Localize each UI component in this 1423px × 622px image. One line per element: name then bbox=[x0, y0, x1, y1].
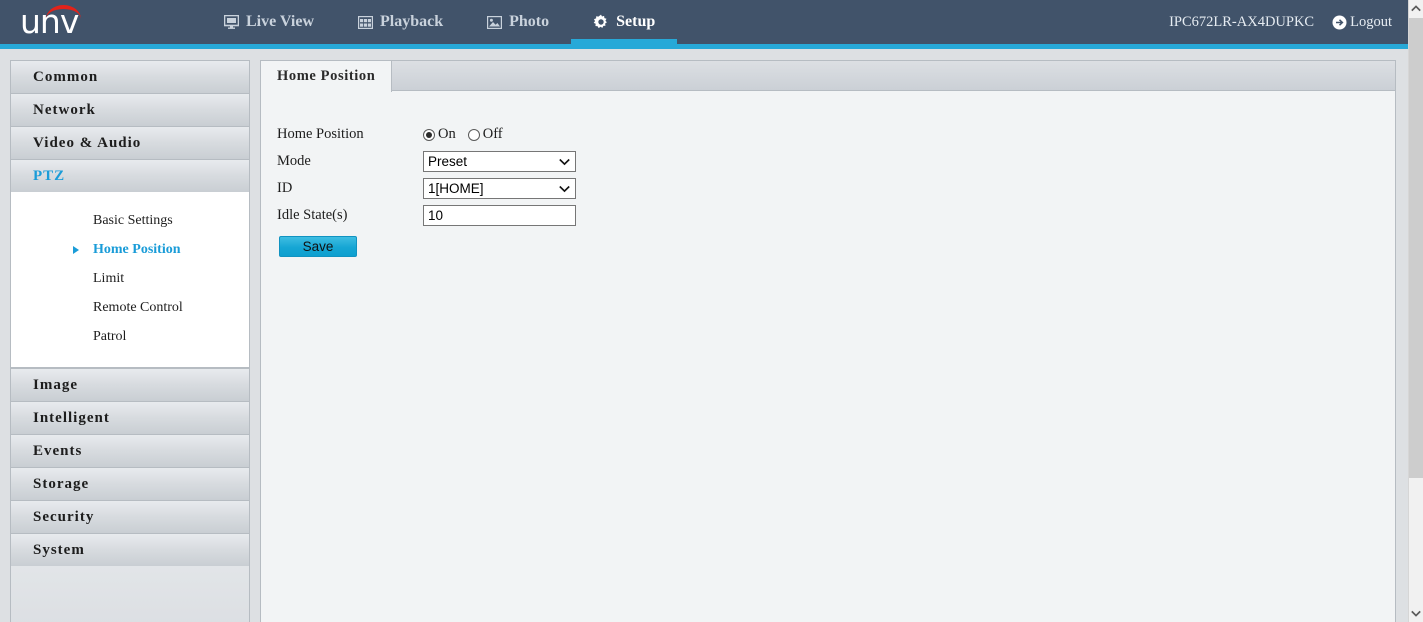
radio-on-indicator bbox=[423, 128, 435, 141]
logout-icon bbox=[1332, 15, 1347, 30]
chevron-down-icon bbox=[559, 158, 570, 165]
image-icon bbox=[487, 15, 503, 29]
home-position-form: Home Position On Off Mode Preset ID 1[HO… bbox=[261, 91, 1395, 257]
id-select-value: 1[HOME] bbox=[428, 181, 484, 196]
sidebar-group-intelligent[interactable]: Intelligent bbox=[10, 401, 250, 434]
sidebar-item-label: Remote Control bbox=[93, 299, 183, 315]
tab-home-position[interactable]: Home Position bbox=[261, 61, 393, 92]
device-name: IPC672LR-AX4DUPKC bbox=[1169, 13, 1315, 30]
sidebar-group-label: PTZ bbox=[33, 167, 66, 184]
mode-select[interactable]: Preset bbox=[423, 151, 576, 172]
nav-item-label: Playback bbox=[380, 13, 444, 30]
sidebar-group-video-audio[interactable]: Video & Audio bbox=[10, 126, 250, 159]
sidebar-group-security[interactable]: Security bbox=[10, 500, 250, 533]
id-label: ID bbox=[277, 180, 293, 196]
monitor-icon bbox=[224, 15, 239, 29]
radio-option-off[interactable]: Off bbox=[467, 126, 503, 143]
mode-select-value: Preset bbox=[428, 154, 468, 169]
sidebar-group-image[interactable]: Image bbox=[10, 368, 250, 401]
nav-item-label: Live View bbox=[246, 13, 314, 30]
radio-option-on[interactable]: On bbox=[423, 126, 456, 143]
nav-item-photo[interactable]: Photo bbox=[465, 0, 571, 44]
nav-item-live-view[interactable]: Live View bbox=[202, 0, 336, 44]
scrollbar-thumb[interactable] bbox=[1409, 18, 1423, 478]
unv-logo[interactable]: unv bbox=[20, 0, 112, 44]
main-nav: Live View Playback Photo Setup bbox=[202, 0, 678, 44]
save-button[interactable]: Save bbox=[279, 236, 357, 257]
sidebar-group-network[interactable]: Network bbox=[10, 93, 250, 126]
logout-button[interactable]: Logout bbox=[1332, 14, 1392, 31]
sidebar-group-common[interactable]: Common bbox=[10, 60, 250, 93]
form-row-mode: Mode Preset bbox=[277, 148, 1395, 175]
content-panel: Home Position Home Position On Off Mode … bbox=[260, 60, 1396, 622]
form-row-home-position: Home Position On Off bbox=[277, 121, 1395, 148]
idle-state-value: 10 bbox=[428, 208, 444, 223]
tab-label: Home Position bbox=[277, 68, 376, 84]
sidebar-group-system[interactable]: System bbox=[10, 533, 250, 566]
nav-item-setup[interactable]: Setup bbox=[571, 0, 678, 44]
content-tabbar: Home Position bbox=[261, 61, 1395, 92]
header-right: IPC672LR-AX4DUPKC Logout bbox=[1169, 14, 1408, 31]
nav-item-playback[interactable]: Playback bbox=[336, 0, 465, 44]
sidebar-group-label: Video & Audio bbox=[33, 134, 142, 151]
save-button-label: Save bbox=[302, 239, 334, 254]
logout-label: Logout bbox=[1350, 13, 1392, 30]
form-actions: Save bbox=[277, 236, 1395, 257]
scroll-up-arrow-icon[interactable] bbox=[1409, 0, 1423, 17]
sidebar-group-label: Common bbox=[33, 68, 99, 85]
sidebar-filler bbox=[10, 566, 250, 622]
sidebar-group-label: Events bbox=[33, 442, 83, 459]
radio-off-label: Off bbox=[482, 126, 503, 142]
chevron-right-icon bbox=[73, 245, 79, 254]
header-accent-bar bbox=[0, 44, 1408, 49]
page-root: unv Live View Playback Photo Setup IPC67… bbox=[0, 0, 1423, 622]
idle-state-input[interactable]: 10 bbox=[423, 205, 576, 226]
sidebar-group-label: Intelligent bbox=[33, 409, 110, 426]
nav-item-label: Photo bbox=[509, 13, 550, 30]
sidebar-item-label: Home Position bbox=[93, 241, 181, 257]
logo-text: unv bbox=[20, 2, 79, 41]
idle-state-label: Idle State(s) bbox=[277, 207, 348, 223]
id-select[interactable]: 1[HOME] bbox=[423, 178, 576, 199]
sidebar-group-label: Storage bbox=[33, 475, 90, 492]
film-icon bbox=[358, 15, 373, 29]
browser-scrollbar[interactable] bbox=[1408, 0, 1423, 622]
sidebar-group-events[interactable]: Events bbox=[10, 434, 250, 467]
top-header: unv Live View Playback Photo Setup IPC67… bbox=[0, 0, 1408, 44]
chevron-down-icon bbox=[559, 185, 570, 192]
sidebar-item-home-position[interactable]: Home Position bbox=[11, 235, 249, 264]
home-position-label: Home Position bbox=[277, 126, 364, 142]
home-position-radio-group: On Off bbox=[423, 126, 511, 143]
sidebar-item-label: Basic Settings bbox=[93, 212, 173, 228]
sidebar-group-ptz[interactable]: PTZ bbox=[10, 159, 250, 192]
radio-off-indicator bbox=[467, 128, 480, 141]
scroll-down-arrow-icon[interactable] bbox=[1409, 605, 1423, 622]
sidebar-item-label: Limit bbox=[93, 270, 125, 286]
sidebar-group-label: Image bbox=[33, 376, 78, 393]
sidebar-item-patrol[interactable]: Patrol bbox=[11, 322, 249, 351]
form-row-idle-state: Idle State(s) 10 bbox=[277, 202, 1395, 229]
sidebar-item-basic-settings[interactable]: Basic Settings bbox=[11, 206, 249, 235]
sidebar-item-remote-control[interactable]: Remote Control bbox=[11, 293, 249, 322]
sidebar-group-storage[interactable]: Storage bbox=[10, 467, 250, 500]
sidebar-item-label: Patrol bbox=[93, 328, 127, 344]
sidebar-group-label: Security bbox=[33, 508, 95, 525]
sidebar-submenu-ptz: Basic Settings Home Position Limit Remot… bbox=[10, 192, 250, 368]
mode-label: Mode bbox=[277, 153, 311, 169]
form-row-id: ID 1[HOME] bbox=[277, 175, 1395, 202]
sidebar-group-label: Network bbox=[33, 101, 96, 118]
sidebar: Common Network Video & Audio PTZ Basic S… bbox=[10, 60, 250, 622]
radio-on-label: On bbox=[438, 126, 456, 142]
sidebar-group-label: System bbox=[33, 541, 85, 558]
gear-icon bbox=[593, 14, 609, 30]
nav-item-label: Setup bbox=[616, 13, 656, 30]
sidebar-item-limit[interactable]: Limit bbox=[11, 264, 249, 293]
